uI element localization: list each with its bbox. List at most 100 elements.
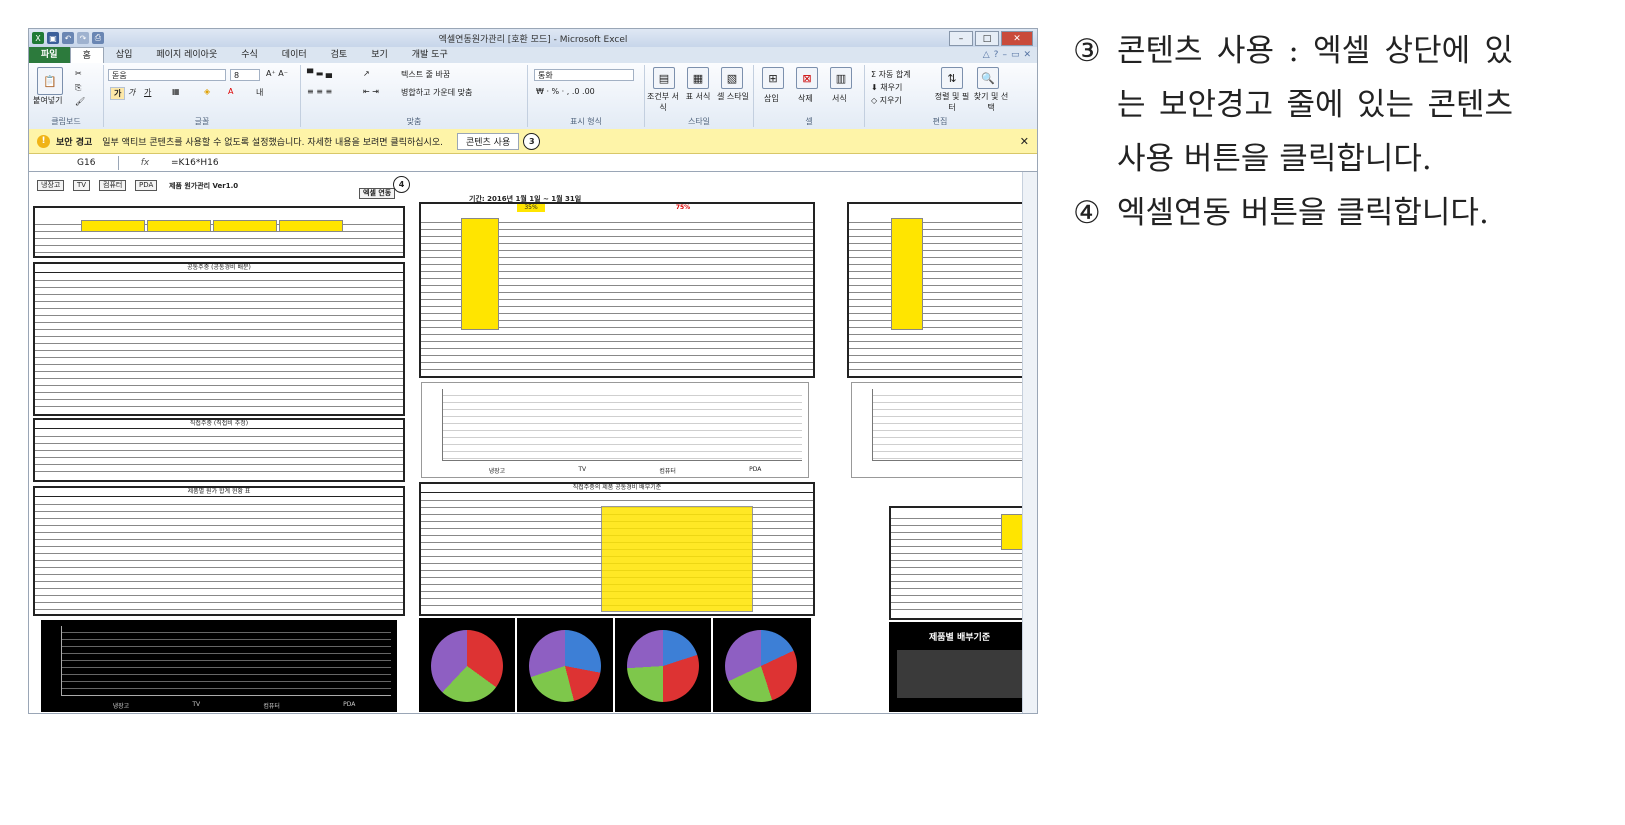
table-format-icon[interactable]: ▦ [687, 67, 709, 89]
format-painter-icon[interactable]: 🖌 [75, 97, 85, 106]
excel-link-button[interactable]: 엑셀 연동 [359, 188, 396, 199]
worksheet[interactable]: 냉장고 TV 컴퓨터 PDA 제품 원가관리 Ver1.0 엑셀 연동 4 공통… [29, 172, 1031, 713]
find-select-icon[interactable]: 🔍 [977, 67, 999, 89]
insert-label[interactable]: 삽입 [764, 93, 779, 104]
fx-icon[interactable]: fx [119, 158, 171, 168]
sort-filter-label[interactable]: 정렬 및 필터 [933, 91, 971, 113]
doc-close-icon[interactable]: ✕ [1023, 50, 1031, 60]
fill-color-icon[interactable]: ◈ [204, 87, 210, 96]
indent-icon[interactable]: ⇤ ⇥ [363, 87, 379, 96]
orientation-icon[interactable]: ↗ [363, 69, 370, 78]
cell-style-label[interactable]: 셀 스타일 [715, 91, 751, 102]
redo-icon[interactable]: ↷ [77, 32, 89, 44]
name-box[interactable]: G16 [29, 156, 119, 170]
minimize-icon[interactable]: – [949, 31, 973, 46]
delete-cells-icon[interactable]: ⊠ [796, 67, 818, 89]
paste-icon[interactable]: 📋 [37, 67, 63, 95]
window-title: 엑셀연동원가관리 [호환 모드] - Microsoft Excel [438, 34, 628, 45]
undo-icon[interactable]: ↶ [62, 32, 74, 44]
close-icon[interactable]: ✕ [1001, 31, 1033, 46]
doc-restore-icon[interactable]: ▭ [1011, 50, 1020, 60]
clear-button[interactable]: ◇ 지우기 [871, 95, 902, 106]
autosum-button[interactable]: Σ 자동 합계 [871, 69, 911, 80]
formula-input[interactable]: =K16*H16 [171, 158, 219, 168]
font-size-combo[interactable]: 8 [230, 69, 260, 81]
sort-filter-icon[interactable]: ⇅ [941, 67, 963, 89]
font-color-icon[interactable]: A [228, 87, 233, 96]
sheet-button-computer[interactable]: 컴퓨터 [99, 180, 127, 191]
format-label[interactable]: 서식 [832, 93, 847, 104]
doc-minimize-icon[interactable]: – [1002, 50, 1007, 60]
save-icon[interactable]: ▣ [47, 32, 59, 44]
vertical-scrollbar[interactable] [1022, 172, 1037, 713]
format-cells-icon[interactable]: ▥ [830, 67, 852, 89]
underline-icon[interactable]: 가 [144, 87, 151, 98]
chart-x-labels: 냉장고 TV 컴퓨터 PDA [112, 701, 356, 710]
security-message[interactable]: 일부 액티브 콘텐츠를 사용할 수 없도록 설정했습니다. 자세한 내용을 보려… [102, 135, 443, 148]
allocation-basis-chart: 제품별 배부기준 [889, 622, 1027, 712]
note-text: 엑셀연동 버튼을 클릭합니다. [1117, 195, 1489, 231]
section-title: 제품별 원가 합계 현황 표 [35, 488, 403, 497]
tab-insert[interactable]: 삽입 [104, 47, 145, 63]
help-icon[interactable]: ? [994, 50, 999, 60]
security-bar-close-icon[interactable]: ✕ [1020, 135, 1029, 148]
tab-page-layout[interactable]: 페이지 레이아웃 [144, 47, 229, 63]
delete-label[interactable]: 삭제 [798, 93, 813, 104]
note-text: 콘텐츠 사용 : 엑셀 상단에 있는 보안경고 줄에 있는 콘텐츠 사용 버튼을… [1117, 33, 1513, 177]
tab-formulas[interactable]: 수식 [229, 47, 270, 63]
ribbon-collapse-icon[interactable]: △ [983, 50, 990, 60]
align-top-icon[interactable]: ▀ ▬ ▄ [307, 69, 332, 78]
note-marker: ③ [1073, 33, 1101, 69]
tab-file[interactable]: 파일 [29, 47, 70, 63]
cell-style-icon[interactable]: ▧ [721, 67, 743, 89]
chart-x-labels: 냉장고 TV 컴퓨터 PDA [488, 466, 762, 475]
warning-icon: ! [37, 134, 50, 148]
right-basis-table [889, 506, 1031, 620]
callout-4: 4 [393, 176, 410, 193]
note-marker: ④ [1073, 195, 1101, 231]
print-preview-icon[interactable]: ⎙ [92, 32, 104, 44]
number-format-icons[interactable]: ₩ · % · , .0 .00 [536, 87, 595, 96]
wrap-text-button[interactable]: 텍스트 줄 바꿈 [401, 69, 450, 80]
number-format-combo[interactable]: 통화 [534, 69, 634, 81]
tab-data[interactable]: 데이터 [270, 47, 319, 63]
sheet-button-pda[interactable]: PDA [135, 180, 158, 191]
sheet-button-tv[interactable]: TV [73, 180, 91, 191]
merge-center-button[interactable]: 병합하고 가운데 맞춤 [401, 87, 472, 98]
callout-3: 3 [523, 132, 541, 150]
align-left-icon[interactable]: ≡ ≡ ≡ [307, 87, 332, 96]
find-select-label[interactable]: 찾기 및 선택 [971, 91, 1011, 113]
italic-icon[interactable]: 가 [128, 87, 135, 98]
formula-bar: G16 fx =K16*H16 [29, 155, 1037, 172]
copy-icon[interactable]: ⎘ [75, 83, 81, 93]
tab-home[interactable]: 홈 [69, 46, 104, 64]
maximize-icon[interactable]: □ [975, 31, 999, 46]
table-format-label[interactable]: 표 서식 [683, 91, 713, 102]
sheet-button-fridge[interactable]: 냉장고 [37, 180, 65, 191]
center-line-chart: 냉장고 TV 컴퓨터 PDA [421, 382, 809, 478]
quick-access-toolbar: X ▣ ↶ ↷ ⎙ [29, 32, 104, 44]
group-label: 클립보드 [51, 117, 81, 126]
tab-review[interactable]: 검토 [319, 47, 360, 63]
phonetic-icon[interactable]: 내 [256, 87, 263, 98]
group-label: 글꼴 [194, 117, 210, 126]
group-editing: Σ 자동 합계 ⬇ 채우기 ◇ 지우기 ⇅ 🔍 정렬 및 필터 찾기 및 선택 … [865, 65, 1015, 127]
tab-view[interactable]: 보기 [359, 47, 400, 63]
conditional-format-label[interactable]: 조건부 서식 [645, 91, 681, 113]
insert-cells-icon[interactable]: ⊞ [762, 67, 784, 89]
enable-content-button[interactable]: 콘텐츠 사용 [456, 132, 520, 150]
pie-chart-4 [713, 618, 811, 712]
tab-developer[interactable]: 개발 도구 [400, 47, 460, 63]
font-name-combo[interactable]: 돋움 [108, 69, 226, 81]
section-title: 공통주중 (공통경비 배분) [35, 264, 403, 273]
right-line-chart [851, 382, 1029, 478]
border-icon[interactable]: ▦ [172, 87, 180, 96]
excel-logo-icon: X [32, 32, 44, 44]
group-label: 셀 [805, 117, 813, 126]
bold-icon[interactable]: 가 [110, 87, 126, 100]
conditional-format-icon[interactable]: ▤ [653, 67, 675, 89]
grow-font-icon[interactable]: A⁺ A⁻ [266, 69, 288, 78]
paste-label[interactable]: 붙여넣기 [33, 95, 62, 106]
cut-icon[interactable]: ✂ [75, 69, 82, 78]
fill-button[interactable]: ⬇ 채우기 [871, 82, 902, 93]
